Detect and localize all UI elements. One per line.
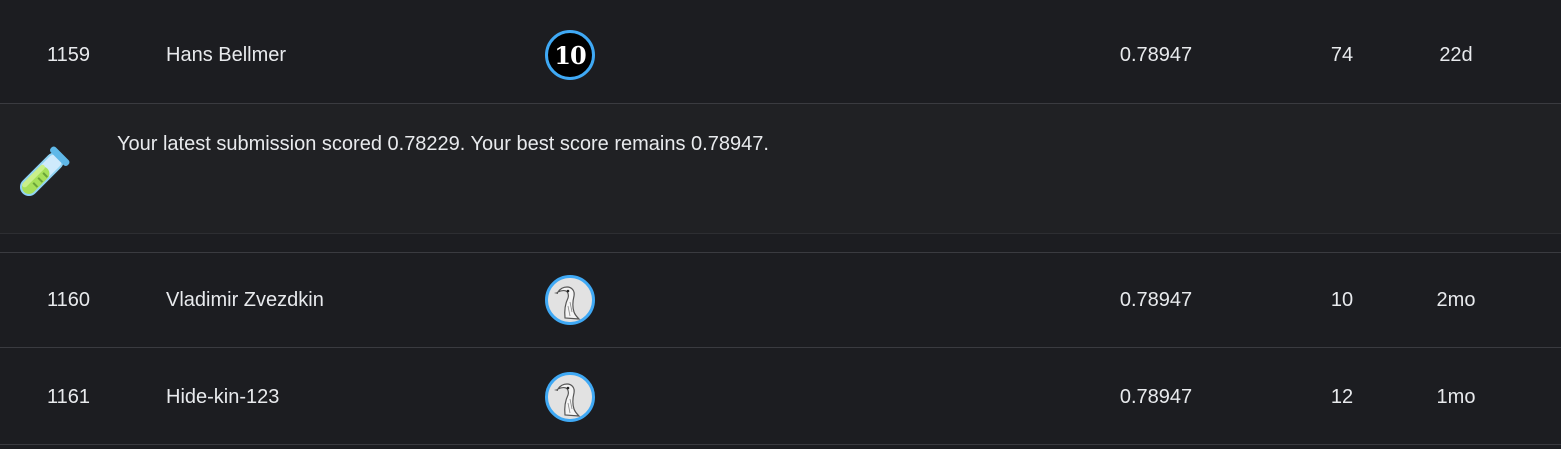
goose-avatar[interactable] [545,371,595,422]
entries-cell: 12 [1330,385,1354,408]
rank-cell: 1160 [46,289,90,311]
leaderboard-row[interactable]: 1160 Vladimir Zvezdkin 0.78947 10 2mo [0,252,1561,348]
entries-cell: 10 [1330,289,1354,311]
goose-avatar[interactable] [545,275,595,325]
leaderboard-row[interactable]: 1161 Hide-kin-123 0.78947 12 1mo [0,349,1561,445]
test-tube-icon [19,146,70,197]
score-cell: 0.78947 [1119,289,1193,311]
score-cell: 0.78947 [1119,385,1193,408]
rank-cell: 1159 [46,44,90,66]
last-submission-cell: 22d [1439,44,1473,66]
tier-badge-avatar[interactable]: 10 [545,30,595,80]
team-name[interactable]: Vladimir Zvezdkin [166,288,324,312]
row-spacer [0,234,1561,252]
goose-icon [548,278,592,322]
last-submission-cell: 1mo [1436,385,1476,408]
leaderboard-row[interactable]: 1159 Hans Bellmer 10 0.78947 74 22d [0,7,1561,104]
leaderboard: 1159 Hans Bellmer 10 0.78947 74 22d Your… [0,0,1561,449]
score-cell: 0.78947 [1119,44,1193,66]
tier-badge-number: 10 [554,40,586,70]
team-name[interactable]: Hans Bellmer [166,43,286,67]
rank-cell: 1161 [46,385,90,408]
submission-notice-message: Your latest submission scored 0.78229. Y… [117,133,769,155]
goose-icon [548,374,592,419]
last-submission-cell: 2mo [1436,289,1476,311]
team-name[interactable]: Hide-kin-123 [166,385,279,409]
submission-notice: Your latest submission scored 0.78229. Y… [0,104,1561,234]
entries-cell: 74 [1330,44,1354,66]
